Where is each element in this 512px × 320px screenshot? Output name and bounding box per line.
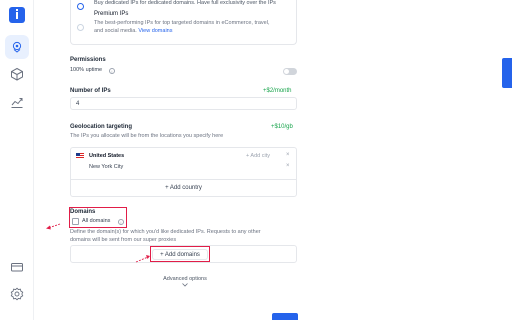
arrow-head-all-domains: [46, 225, 51, 230]
feedback-tab[interactable]: [502, 58, 512, 88]
feedback-tab-text: [504, 62, 510, 84]
arrow-head-add-domains: [146, 255, 150, 259]
continue-button[interactable]: [272, 313, 298, 320]
arrow-line-add-domains: [135, 256, 149, 263]
annotation-arrows: [46, 223, 150, 263]
